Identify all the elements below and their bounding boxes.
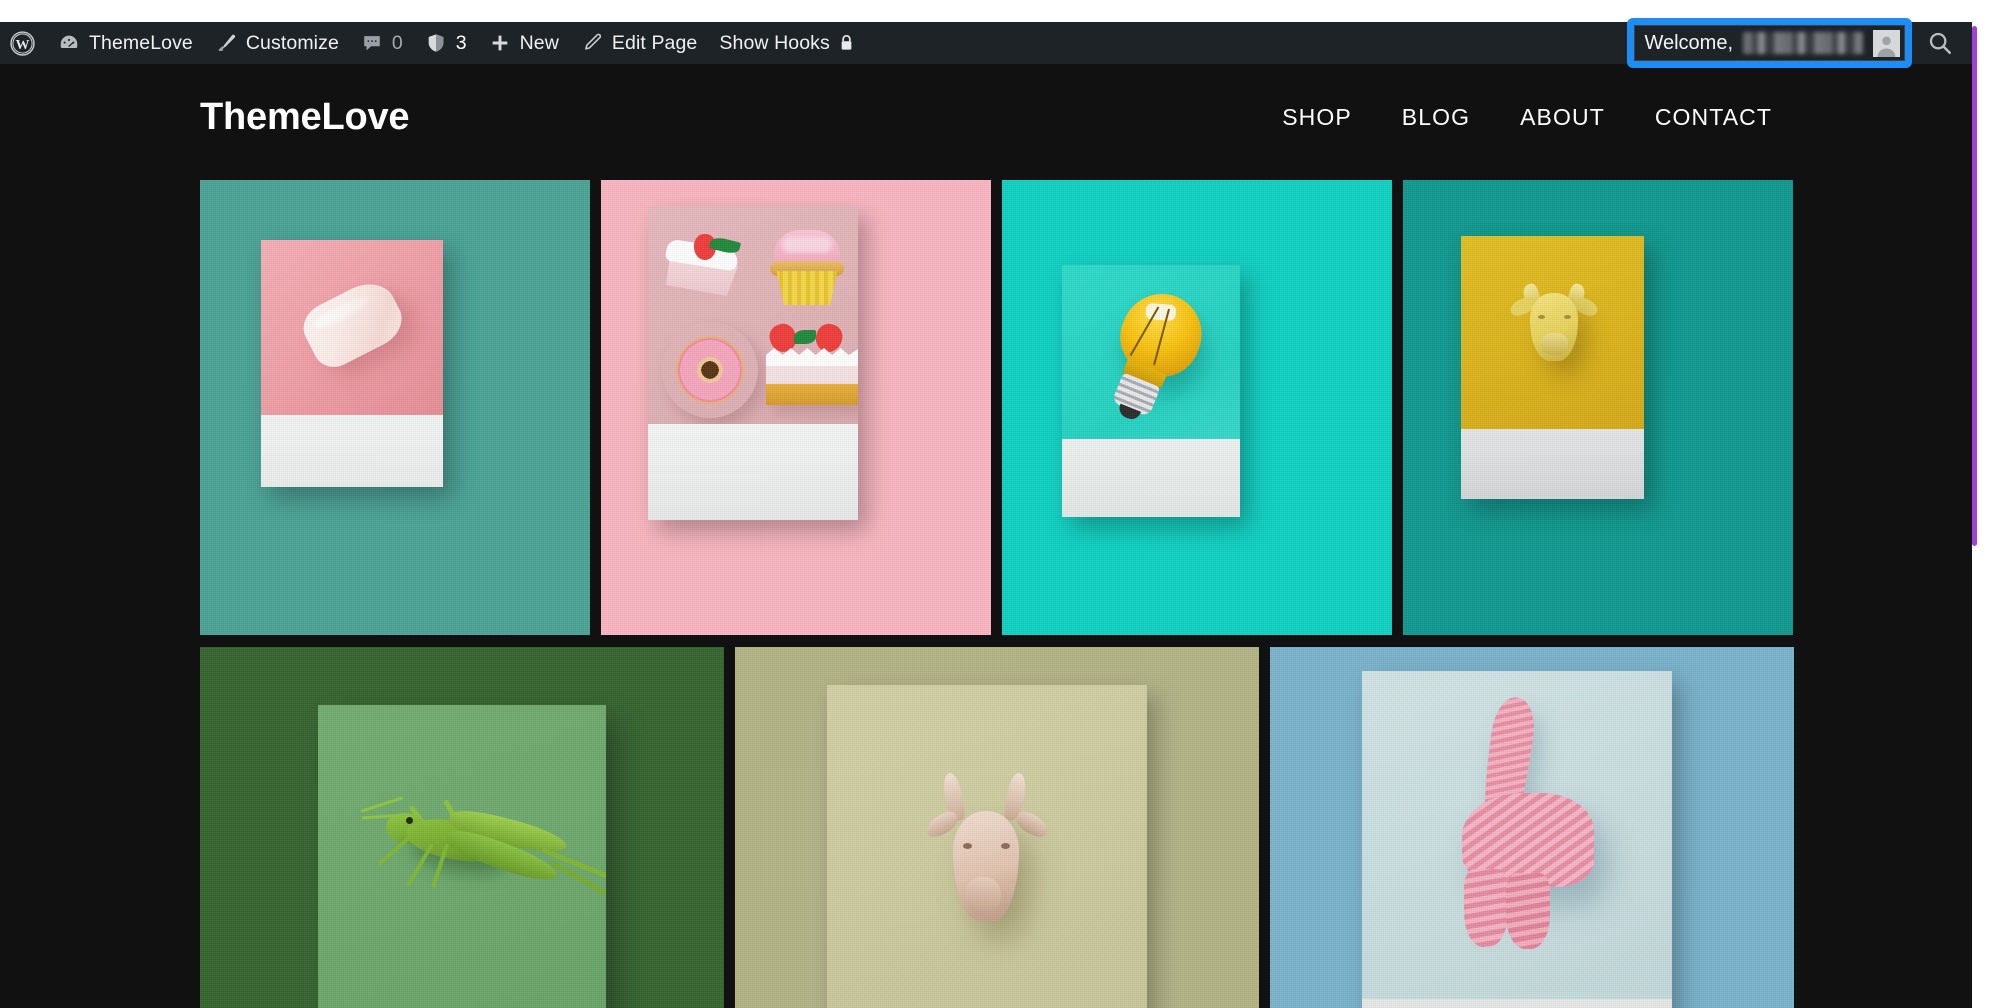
gallery-tile-cow-head-figurine[interactable] [1403, 180, 1793, 635]
welcome-label: Welcome, [1644, 31, 1733, 54]
plus-icon [489, 32, 511, 54]
admin-bar-item-new[interactable]: New [478, 22, 570, 64]
comment-bubble-icon [361, 32, 383, 54]
photo-card [648, 206, 858, 520]
page-content [0, 170, 1972, 1008]
lock-icon [839, 34, 854, 52]
card-photo-area [1362, 671, 1672, 999]
goat-head-object [919, 771, 1059, 941]
admin-bar-item-shield[interactable]: 3 [414, 22, 478, 64]
photo-card [318, 705, 606, 1008]
wordpress-logo-button[interactable]: W [0, 22, 47, 64]
photo-card [1362, 671, 1672, 1008]
my-account-menu[interactable]: Welcome, [1634, 25, 1905, 61]
nav-item-contact[interactable]: CONTACT [1630, 94, 1772, 141]
admin-bar-site-name-label: ThemeLove [89, 31, 193, 54]
photo-card [1461, 236, 1644, 499]
site-header: ThemeLove SHOP BLOG ABOUT CONTACT [0, 64, 1972, 170]
admin-bar-shield-count: 3 [455, 31, 467, 54]
layer-cake-object [765, 320, 858, 410]
username-masked [1743, 32, 1863, 54]
admin-bar-search-button[interactable] [1914, 22, 1966, 64]
admin-bar-item-comments[interactable]: 0 [350, 22, 414, 64]
admin-bar-item-edit-page[interactable]: Edit Page [570, 22, 708, 64]
photo-card [827, 685, 1147, 1008]
gallery-tile-green-grasshopper[interactable] [200, 647, 724, 1008]
gallery-tile-pink-cat-figurine[interactable] [1270, 647, 1794, 1008]
pink-cat-object [1444, 694, 1634, 987]
card-photo-area [1461, 236, 1644, 429]
card-photo-area [1062, 265, 1240, 439]
lightbulb-object [1083, 279, 1221, 437]
gallery-tile-pastel-desserts[interactable] [601, 180, 991, 635]
user-avatar-icon [1873, 29, 1900, 57]
nav-item-about[interactable]: ABOUT [1495, 94, 1630, 141]
browser-viewport: W ThemeLove Customize 0 3 New Edit Page … [0, 0, 2000, 1008]
card-white-strip [648, 424, 858, 520]
admin-bar-show-hooks-label: Show Hooks [719, 31, 830, 54]
donut-object [662, 322, 758, 418]
gallery-tile-rose-quartz-crystal[interactable] [200, 180, 590, 635]
page-margin-right [1795, 170, 1972, 1008]
shield-icon [425, 32, 447, 54]
gallery-row-2 [200, 647, 1795, 1008]
card-white-strip [1062, 439, 1240, 517]
svg-text:W: W [15, 36, 29, 52]
card-white-strip [261, 415, 443, 487]
primary-navigation: SHOP BLOG ABOUT CONTACT [1257, 94, 1772, 141]
wp-admin-bar: W ThemeLove Customize 0 3 New Edit Page … [0, 20, 1972, 66]
gallery-row-1 [200, 180, 1795, 635]
card-photo-area [827, 685, 1147, 1008]
admin-bar-item-site-name[interactable]: ThemeLove [47, 22, 204, 64]
cake-slice-object [664, 234, 744, 296]
card-photo-area [318, 705, 606, 1008]
admin-bar-item-customize[interactable]: Customize [204, 22, 350, 64]
page-margin-left [0, 170, 200, 1008]
scrollbar-thumb[interactable] [1972, 26, 1977, 546]
account-focus-ring: Welcome, [1629, 20, 1910, 66]
rose-quartz-object [295, 273, 411, 375]
site-title[interactable]: ThemeLove [200, 96, 410, 139]
admin-bar-comment-count: 0 [391, 31, 403, 54]
admin-bar-edit-page-label: Edit Page [611, 31, 698, 54]
grasshopper-object [360, 773, 606, 973]
admin-bar-right-group: Welcome, [1629, 20, 1972, 66]
admin-bar-new-label: New [519, 31, 559, 54]
pencil-icon [581, 32, 603, 54]
card-white-strip [1362, 999, 1672, 1008]
gallery-tile-goat-head-figurine[interactable] [735, 647, 1259, 1008]
cow-head-object [1508, 282, 1600, 373]
admin-bar-customize-label: Customize [245, 31, 339, 54]
product-gallery-grid [200, 180, 1795, 1008]
card-photo-area [648, 206, 858, 424]
card-photo-area [261, 240, 443, 415]
dashboard-speedometer-icon [58, 32, 80, 54]
admin-bar-left-group: W ThemeLove Customize 0 3 New Edit Page … [0, 22, 865, 64]
nav-item-shop[interactable]: SHOP [1257, 94, 1377, 141]
photo-card [261, 240, 443, 487]
nav-item-blog[interactable]: BLOG [1377, 94, 1495, 141]
gallery-tile-yellow-lightbulb[interactable] [1002, 180, 1392, 635]
paintbrush-icon [215, 32, 237, 54]
card-white-strip [1461, 429, 1644, 499]
admin-bar-item-show-hooks[interactable]: Show Hooks [708, 22, 864, 64]
wordpress-logo-icon: W [10, 30, 35, 56]
search-icon [1927, 30, 1953, 56]
photo-card [1062, 265, 1240, 517]
browser-chrome-strip [0, 0, 2000, 22]
cupcake-object [768, 230, 846, 306]
